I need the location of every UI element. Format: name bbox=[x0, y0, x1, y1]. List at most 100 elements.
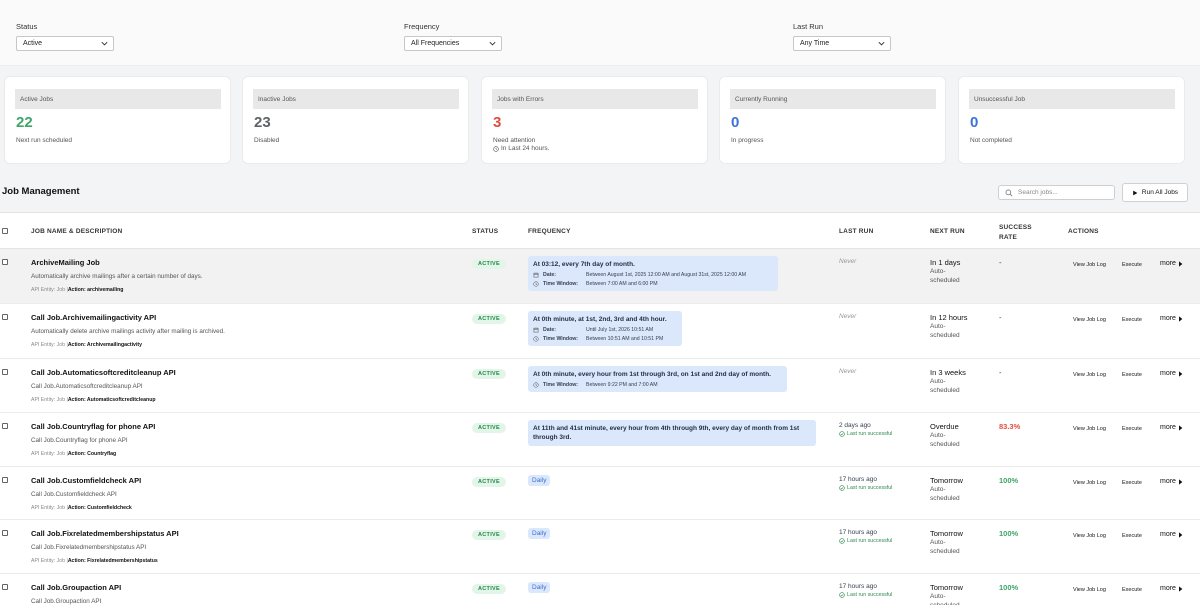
select-all-checkbox[interactable] bbox=[2, 228, 8, 234]
search-input[interactable]: Search jobs... bbox=[998, 185, 1115, 200]
execute-button[interactable]: Execute bbox=[1122, 426, 1142, 432]
row-checkbox[interactable] bbox=[2, 369, 8, 375]
frequency-box: At 11th and 41st minute, every hour from… bbox=[528, 420, 816, 446]
job-action: Action: archivemailing bbox=[67, 287, 124, 293]
frequency-time-value: Between 10:51 AM and 10:51 PM bbox=[586, 336, 664, 342]
job-name[interactable]: Call Job.Archivemailingactivity API bbox=[31, 313, 156, 322]
execute-button[interactable]: Execute bbox=[1122, 317, 1142, 323]
row-checkbox[interactable] bbox=[2, 423, 8, 429]
stat-card-running: Currently Running 0 In progress bbox=[719, 76, 946, 164]
frequency-badge: Daily bbox=[528, 475, 551, 486]
table-row[interactable]: Call Job.Automaticsoftcreditcleanup API C… bbox=[0, 359, 1200, 413]
table-row[interactable]: Call Job.Fixrelatedmembershipstatus API C… bbox=[0, 520, 1200, 574]
view-job-log-button[interactable]: View Job Log bbox=[1073, 480, 1106, 486]
execute-button[interactable]: Execute bbox=[1122, 262, 1142, 268]
run-all-jobs-button[interactable]: Run All Jobs bbox=[1122, 183, 1188, 202]
row-checkbox[interactable] bbox=[2, 259, 8, 265]
last-run-value: Never bbox=[839, 368, 857, 375]
more-button[interactable]: more bbox=[1160, 585, 1183, 592]
frequency-date-value: Until July 1st, 2026 10:51 AM bbox=[586, 327, 654, 333]
row-checkbox[interactable] bbox=[2, 584, 8, 590]
next-run: TomorrowAuto-scheduled bbox=[930, 529, 970, 556]
column-header-status: STATUS bbox=[472, 228, 499, 235]
next-run-note: Auto-scheduled bbox=[930, 323, 960, 339]
next-run: In 3 weeks Auto-scheduled bbox=[930, 368, 970, 395]
table-row[interactable]: Call Job.Countryflag for phone API Call J… bbox=[0, 413, 1200, 467]
row-checkbox[interactable] bbox=[2, 530, 8, 536]
frequency-time-line: Time Window: Between 9:22 PM and 7:00 AM bbox=[533, 382, 782, 388]
job-name[interactable]: Call Job.Groupaction API bbox=[31, 583, 121, 592]
last-run-filter: Last Run Any Time bbox=[793, 22, 891, 51]
execute-button[interactable]: Execute bbox=[1122, 587, 1142, 593]
row-checkbox[interactable] bbox=[2, 477, 8, 483]
last-run-status-text: Last run successful bbox=[847, 592, 893, 598]
frequency-select-value: All Frequencies bbox=[411, 40, 460, 47]
next-run-value: Tomorrow bbox=[930, 529, 963, 538]
frequency-select[interactable]: All Frequencies bbox=[404, 36, 502, 51]
execute-button[interactable]: Execute bbox=[1122, 372, 1142, 378]
row-checkbox[interactable] bbox=[2, 314, 8, 320]
frequency-summary: At 03:12, every 7th day of month. bbox=[533, 261, 635, 268]
stat-card-subtitle-line: Need attention bbox=[493, 137, 536, 144]
caret-right-icon bbox=[1178, 478, 1183, 485]
stat-card-subtitle: Next run scheduled bbox=[16, 137, 73, 144]
stat-card-inactive: Inactive Jobs 23 Disabled bbox=[242, 76, 469, 164]
job-name[interactable]: Call Job.Fixrelatedmembershipstatus API bbox=[31, 529, 179, 538]
job-name[interactable]: Call Job.Countryflag for phone API bbox=[31, 422, 155, 431]
chevron-down-icon bbox=[101, 41, 108, 46]
last-run: Never bbox=[839, 368, 856, 375]
last-run-value: Never bbox=[839, 258, 857, 265]
last-run-value: 17 hours ago bbox=[839, 583, 877, 590]
table-row[interactable]: Call Job.Customfieldcheck API Call Job.Cu… bbox=[0, 467, 1200, 520]
caret-right-icon bbox=[1178, 370, 1183, 377]
frequency-badge: Daily bbox=[528, 528, 551, 539]
more-button[interactable]: more bbox=[1160, 424, 1183, 431]
chevron-down-icon bbox=[878, 41, 885, 46]
stat-card-unsuccessful: Unsuccessful Job 0 Not completed bbox=[958, 76, 1185, 164]
more-button[interactable]: more bbox=[1160, 531, 1183, 538]
more-button[interactable]: more bbox=[1160, 315, 1183, 322]
view-job-log-button[interactable]: View Job Log bbox=[1073, 372, 1106, 378]
job-name[interactable]: Call Job.Automaticsoftcreditcleanup API bbox=[31, 368, 176, 377]
job-description: Automatically archive mailings after a c… bbox=[31, 273, 203, 280]
execute-button[interactable]: Execute bbox=[1122, 533, 1142, 539]
table-row[interactable]: Call Job.Groupaction API Call Job.Groupac… bbox=[0, 574, 1200, 605]
view-job-log-button[interactable]: View Job Log bbox=[1073, 426, 1106, 432]
last-run: 17 hours ago Last run successful bbox=[839, 529, 892, 544]
last-run-select[interactable]: Any Time bbox=[793, 36, 891, 51]
more-button[interactable]: more bbox=[1160, 478, 1183, 485]
next-run: TomorrowAuto-scheduled bbox=[930, 476, 970, 503]
more-label: more bbox=[1160, 315, 1176, 322]
stat-cards: Active Jobs 22 Next run scheduled Inacti… bbox=[4, 76, 1196, 164]
job-name[interactable]: ArchiveMailing Job bbox=[31, 258, 100, 267]
column-header-success-rate-line1: SUCCESS bbox=[999, 224, 1032, 231]
view-job-log-button[interactable]: View Job Log bbox=[1073, 533, 1106, 539]
view-job-log-button[interactable]: View Job Log bbox=[1073, 317, 1106, 323]
table-row[interactable]: Call Job.Archivemailingactivity API Autom… bbox=[0, 304, 1200, 359]
last-run-filter-label: Last Run bbox=[793, 22, 824, 31]
more-label: more bbox=[1160, 478, 1176, 485]
stat-card-subtitle: In progress bbox=[731, 137, 764, 144]
success-rate: - bbox=[999, 258, 1002, 267]
stat-card-value: 23 bbox=[254, 114, 271, 131]
view-job-log-button[interactable]: View Job Log bbox=[1073, 587, 1106, 593]
more-button[interactable]: more bbox=[1160, 370, 1183, 377]
column-header-success-rate-line2: RATE bbox=[999, 234, 1018, 241]
more-button[interactable]: more bbox=[1160, 260, 1183, 267]
job-entity: API Entity: Job |Action: Countryflag bbox=[31, 451, 116, 457]
next-run-value: Overdue bbox=[930, 422, 959, 431]
view-job-log-button[interactable]: View Job Log bbox=[1073, 262, 1106, 268]
success-rate: - bbox=[999, 368, 1002, 377]
status-select[interactable]: Active bbox=[16, 36, 114, 51]
job-entity: API Entity: Job |Action: Automaticsoftcr… bbox=[31, 397, 156, 403]
execute-button[interactable]: Execute bbox=[1122, 480, 1142, 486]
stat-card-title: Active Jobs bbox=[15, 89, 221, 109]
job-name[interactable]: Call Job.Customfieldcheck API bbox=[31, 476, 141, 485]
column-header-next-run: NEXT RUN bbox=[930, 228, 965, 235]
status-badge: ACTIVE bbox=[472, 369, 506, 379]
job-description: Automatically delete archive mailings ac… bbox=[31, 328, 225, 335]
last-run-status: Last run successful bbox=[839, 538, 892, 544]
job-action: Action: Customfieldcheck bbox=[67, 505, 132, 511]
next-run: In 1 days Auto-scheduled bbox=[930, 258, 970, 285]
table-row[interactable]: ArchiveMailing Job Automatically archive … bbox=[0, 249, 1200, 304]
